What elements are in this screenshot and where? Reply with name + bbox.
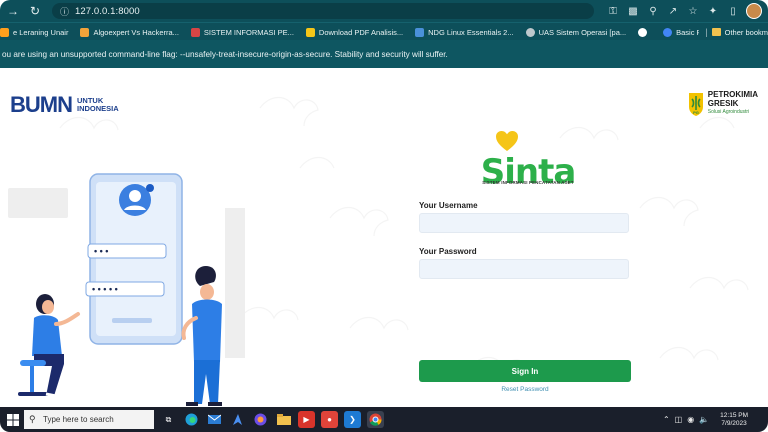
unsupported-flag-warning: ou are using an unsupported command-line… <box>0 40 768 68</box>
password-label: Your Password <box>419 247 477 256</box>
windows-start-icon[interactable] <box>4 411 22 429</box>
bookmark-item[interactable]: e Leraning Unair <box>0 27 68 37</box>
volume-icon[interactable]: 🔈 <box>699 415 709 424</box>
petrokimia-logo: PG PETROKIMIA GRESIK Solusi Agroindustri <box>687 90 758 117</box>
woman-figure <box>18 294 80 398</box>
network-icon[interactable]: ◉ <box>687 415 694 424</box>
username-label: Your Username <box>419 201 478 210</box>
search-icon: ⚲ <box>29 414 36 424</box>
profile-avatar[interactable] <box>746 3 762 19</box>
chrome-icon[interactable] <box>367 411 384 428</box>
screen: → ↻ ⓘ 127.0.0.1:8000 ⚿ ▩ ⚲ ↗ ☆ ✦ ▯ e Ler… <box>0 0 768 432</box>
warning-text: ou are using an unsupported command-line… <box>2 49 448 59</box>
bumn-wordmark: BUMN <box>10 92 73 117</box>
password-input[interactable] <box>419 259 629 279</box>
heart-icon <box>496 131 518 151</box>
windows-taskbar: ⚲ Type here to search ⧉ ▶ ● ❯ ⌃ ◫ ◉ 🔈 12… <box>0 407 768 432</box>
forward-icon[interactable]: → <box>4 2 22 20</box>
bookmark-favicon-icon <box>525 27 535 37</box>
taskbar-apps: ⧉ ▶ ● ❯ <box>160 410 384 429</box>
login-page: BUMN UNTUK INDONESIA PG PETROKIMIA GRESI… <box>0 68 768 407</box>
bookmark-favicon-icon <box>415 27 425 37</box>
bookmark-item[interactable]: Download PDF Analisis... <box>305 27 403 37</box>
task-view-icon[interactable]: ⧉ <box>160 411 177 428</box>
bumn-logo: BUMN UNTUK INDONESIA <box>10 92 119 118</box>
globe-icon <box>638 27 648 37</box>
browser-toolbar: → ↻ ⓘ 127.0.0.1:8000 ⚿ ▩ ⚲ ↗ ☆ ✦ ▯ <box>0 0 768 22</box>
other-bookmarks[interactable]: | Other bookm <box>699 23 768 41</box>
bumn-subtitle: UNTUK INDONESIA <box>77 96 119 113</box>
address-bar[interactable]: ⓘ 127.0.0.1:8000 <box>52 3 594 19</box>
battery-icon[interactable]: ◫ <box>675 415 683 424</box>
maps-icon[interactable] <box>229 411 246 428</box>
bookmark-favicon-icon <box>190 27 200 37</box>
bookmark-item[interactable]: SISTEM INFORMASI PE... <box>190 27 294 37</box>
zoom-icon[interactable]: ⚲ <box>646 4 660 18</box>
taskbar-search-input[interactable]: ⚲ Type here to search <box>24 410 154 429</box>
petrokimia-wordmark: PETROKIMIA GRESIK Solusi Agroindustri <box>707 90 758 115</box>
bookmark-favicon-icon <box>80 27 90 37</box>
petrokimia-emblem-icon: PG <box>688 92 703 116</box>
man-figure <box>181 266 222 406</box>
illustration-password-2: • • • • • <box>92 284 118 294</box>
toolbar-icons: ⚿ ▩ ⚲ ↗ ☆ ✦ ▯ <box>606 2 762 20</box>
share-icon[interactable]: ↗ <box>666 4 680 18</box>
reset-password-link[interactable]: Reset Password <box>419 386 631 393</box>
bookmark-item[interactable]: UAS Sistem Operasi [pa... <box>525 27 626 37</box>
search-placeholder: Type here to search <box>43 415 114 424</box>
extensions-icon[interactable]: ✦ <box>706 4 720 18</box>
username-input[interactable] <box>419 213 629 233</box>
edge-icon[interactable] <box>183 411 200 428</box>
vscode-icon[interactable]: ❯ <box>344 411 361 428</box>
translate-icon[interactable]: ▩ <box>626 4 640 18</box>
mail-icon[interactable] <box>206 411 223 428</box>
reload-icon[interactable]: ↻ <box>26 2 44 20</box>
sinta-subtitle: SISTEM INFORMASI PENCATATAN ASET <box>482 180 574 185</box>
bookmark-favicon-icon <box>0 27 9 37</box>
folder-icon <box>711 28 721 36</box>
system-tray: ⌃ ◫ ◉ 🔈 12:15 PM 7/9/2023 <box>663 409 748 430</box>
sign-in-button[interactable]: Sign In <box>419 360 631 382</box>
sinta-wordmark: Sinta <box>480 152 577 192</box>
bookmark-item[interactable] <box>638 27 651 37</box>
site-info-icon[interactable]: ⓘ <box>60 5 69 18</box>
bookmarks-bar: e Leraning Unair Algoexpert Vs Hackerra.… <box>0 22 768 41</box>
login-illustration: • • • • • • • • <box>8 173 245 406</box>
sidepanel-icon[interactable]: ▯ <box>726 4 740 18</box>
star-icon[interactable]: ☆ <box>686 4 700 18</box>
url-text: 127.0.0.1:8000 <box>75 5 140 17</box>
bookmark-item[interactable]: NDG Linux Essentials 2... <box>415 27 514 37</box>
illustration-password-1: • • • <box>94 246 108 256</box>
video-app-icon[interactable]: ▶ <box>298 411 315 428</box>
svg-text:PG: PG <box>693 110 699 115</box>
recorder-icon[interactable]: ● <box>321 411 338 428</box>
taskbar-clock[interactable]: 12:15 PM 7/9/2023 <box>720 412 748 428</box>
bookmark-item[interactable]: Algoexpert Vs Hackerra... <box>80 27 179 37</box>
sinta-logo: Sinta SISTEM INFORMASI PENCATATAN ASET <box>473 130 583 192</box>
google-icon <box>663 27 673 37</box>
firefox-icon[interactable] <box>252 411 269 428</box>
file-explorer-icon[interactable] <box>275 411 292 428</box>
chevron-up-icon[interactable]: ⌃ <box>663 415 670 424</box>
phone-graphic: • • • • • • • • <box>85 173 183 345</box>
key-icon[interactable]: ⚿ <box>606 4 620 18</box>
bookmark-favicon-icon <box>305 27 315 37</box>
